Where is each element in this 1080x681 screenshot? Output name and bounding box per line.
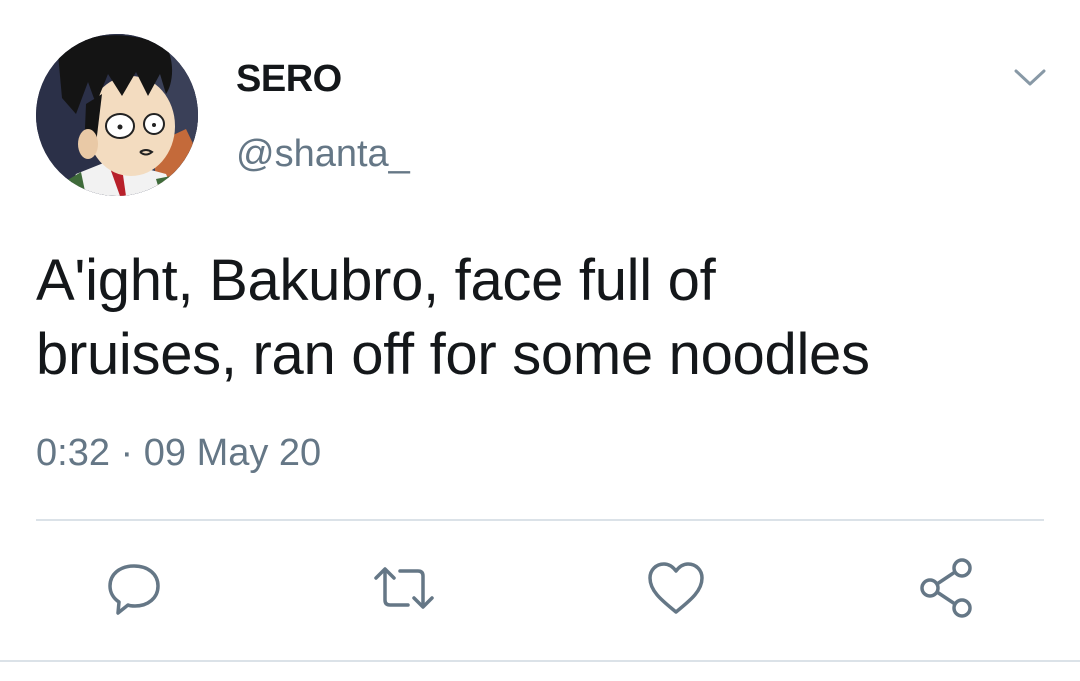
- retweet-icon: [374, 567, 434, 609]
- tweet-time: 0:32: [36, 432, 110, 474]
- chevron-down-icon[interactable]: [1008, 60, 1052, 94]
- tweet-text-line: A'ight, Bakubro, face full of: [36, 248, 716, 313]
- tweet-date: 09 May 20: [143, 432, 322, 474]
- divider: [36, 519, 1044, 521]
- tweet-timestamp[interactable]: 0:32 · 09 May 20: [36, 432, 321, 475]
- heart-icon: [648, 562, 704, 614]
- avatar[interactable]: [36, 34, 198, 196]
- divider: [0, 660, 1080, 662]
- retweet-button[interactable]: [372, 556, 436, 620]
- user-handle[interactable]: @shanta_: [236, 133, 410, 176]
- tweet-text: A'ight, Bakubro, face full of bruises, r…: [36, 244, 1046, 392]
- tweet-text-line: bruises, ran off for some noodles: [36, 322, 870, 387]
- share-icon: [920, 558, 972, 618]
- share-button[interactable]: [914, 556, 978, 620]
- display-name[interactable]: SERO: [236, 58, 342, 101]
- reply-button[interactable]: [102, 556, 166, 620]
- like-button[interactable]: [644, 556, 708, 620]
- meta-separator: ·: [120, 432, 134, 474]
- reply-icon: [108, 564, 160, 615]
